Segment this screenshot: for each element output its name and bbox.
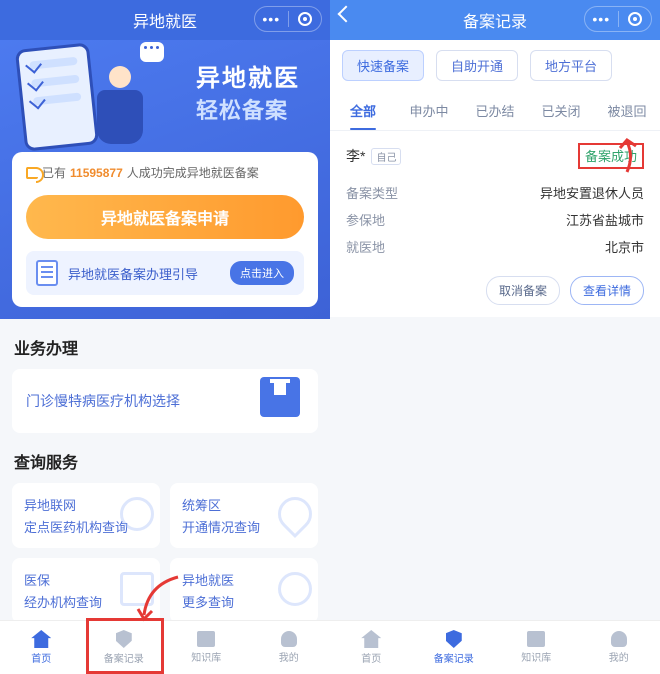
- tab-records[interactable]: 备案记录: [83, 621, 166, 674]
- tab-knowledge-r[interactable]: 知识库: [495, 621, 578, 674]
- tab-home-r[interactable]: 首页: [330, 621, 413, 674]
- hero: 异地就医 轻松备案 已有 11595877 人成功完成异地就医备案 异地就医备案…: [0, 40, 330, 319]
- banner-line2: 轻松备案: [196, 93, 300, 125]
- home-icon: [31, 630, 51, 648]
- highlight-status: 备案成功: [578, 143, 644, 169]
- speaker-icon: [26, 167, 38, 179]
- user-icon: [611, 631, 627, 647]
- hospital-icon: [260, 377, 300, 417]
- tab2-done[interactable]: 已办结: [462, 91, 528, 130]
- section-biz-title: 业务办理: [0, 319, 330, 369]
- phone-illustration: [15, 42, 99, 151]
- nav-title-right: 备案记录: [463, 8, 527, 32]
- speech-bubble-icon: [140, 42, 164, 62]
- book-icon: [527, 631, 545, 647]
- tabbar-left: 首页 备案记录 知识库 我的: [0, 620, 330, 674]
- shield-icon: [446, 630, 462, 648]
- pill-fast[interactable]: 快速备案: [342, 50, 424, 81]
- book-icon: [197, 631, 215, 647]
- nav-bar-right: 备案记录 •••: [330, 0, 660, 40]
- record-status: 备案成功: [585, 149, 637, 164]
- guide-text: 异地就医备案办理引导: [68, 264, 220, 283]
- tab-home[interactable]: 首页: [0, 621, 83, 674]
- right-screen: 备案记录 ••• 快速备案 自助开通 地方平台 全部 申办中 已办结 已关闭 被…: [330, 0, 660, 674]
- capsule-menu[interactable]: •••: [254, 6, 322, 32]
- banner-line1: 异地就医: [196, 58, 300, 93]
- query-card-region[interactable]: 统筹区 开通情况查询: [170, 483, 318, 548]
- shield-icon: [116, 630, 132, 648]
- hero-card: 已有 11595877 人成功完成异地就医备案 异地就医备案申请 异地就医备案办…: [12, 152, 318, 307]
- more-icon[interactable]: •••: [585, 11, 618, 27]
- home-icon: [361, 630, 381, 648]
- nav-title: 异地就医: [133, 8, 197, 32]
- tab-records-r[interactable]: 备案记录: [413, 621, 496, 674]
- query-card-network[interactable]: 异地联网 定点医药机构查询: [12, 483, 160, 548]
- user-icon: [281, 631, 297, 647]
- tab2-processing[interactable]: 申办中: [396, 91, 462, 130]
- close-mini-icon[interactable]: [619, 12, 652, 26]
- enter-button[interactable]: 点击进入: [230, 261, 294, 285]
- tab2-all[interactable]: 全部: [330, 91, 396, 130]
- capsule-menu[interactable]: •••: [584, 6, 652, 32]
- status-tabs: 全部 申办中 已办结 已关闭 被退回: [330, 91, 660, 131]
- self-tag: 自己: [371, 148, 401, 165]
- query-card-more[interactable]: 异地就医 更多查询: [170, 558, 318, 623]
- biz-card[interactable]: 门诊慢特病医疗机构选择: [12, 369, 318, 433]
- hero-banner: 异地就医 轻松备案: [12, 40, 318, 152]
- close-mini-icon[interactable]: [289, 12, 322, 26]
- left-screen: 异地就医 ••• 异地就医 轻松备案 已有 11595877 人成功完成异地就医…: [0, 0, 330, 674]
- query-grid: 异地联网 定点医药机构查询 统筹区 开通情况查询 医保 经办机构查询 异地就医 …: [12, 483, 318, 623]
- tab-mine[interactable]: 我的: [248, 621, 331, 674]
- link-icon: [120, 497, 154, 531]
- more-icon[interactable]: •••: [255, 11, 288, 27]
- view-detail-button[interactable]: 查看详情: [570, 276, 644, 305]
- success-counter: 已有 11595877 人成功完成异地就医备案: [26, 164, 304, 181]
- tab2-closed[interactable]: 已关闭: [528, 91, 594, 130]
- query-card-agency[interactable]: 医保 经办机构查询: [12, 558, 160, 623]
- mode-pills: 快速备案 自助开通 地方平台: [330, 40, 660, 91]
- pill-self[interactable]: 自助开通: [436, 50, 518, 81]
- tab-mine-r[interactable]: 我的: [578, 621, 660, 674]
- document-icon: [36, 260, 58, 286]
- cancel-record-button[interactable]: 取消备案: [486, 276, 560, 305]
- tab-knowledge[interactable]: 知识库: [165, 621, 248, 674]
- record-name: 李* 自己: [346, 146, 401, 166]
- apply-button[interactable]: 异地就医备案申请: [26, 195, 304, 239]
- pill-local[interactable]: 地方平台: [530, 50, 612, 81]
- kv-type: 备案类型异地安置退休人员: [346, 179, 644, 206]
- guide-row[interactable]: 异地就医备案办理引导 点击进入: [26, 251, 304, 295]
- section-query-title: 查询服务: [0, 433, 330, 483]
- right-body: 快速备案 自助开通 地方平台 全部 申办中 已办结 已关闭 被退回 李* 自己 …: [330, 40, 660, 674]
- search-icon: [278, 572, 312, 606]
- kv-treat: 就医地北京市: [346, 233, 644, 260]
- nav-bar: 异地就医 •••: [0, 0, 330, 40]
- counter-number: 11595877: [70, 166, 123, 180]
- record-card[interactable]: 李* 自己 备案成功 备案类型异地安置退休人员 参保地江苏省盐城市 就医地北京市…: [330, 131, 660, 317]
- tab2-returned[interactable]: 被退回: [594, 91, 660, 130]
- kv-insured: 参保地江苏省盐城市: [346, 206, 644, 233]
- person-illustration: [90, 66, 150, 150]
- back-icon[interactable]: [338, 6, 355, 23]
- tabbar-right: 首页 备案记录 知识库 我的: [330, 620, 660, 674]
- doc-icon: [120, 572, 154, 606]
